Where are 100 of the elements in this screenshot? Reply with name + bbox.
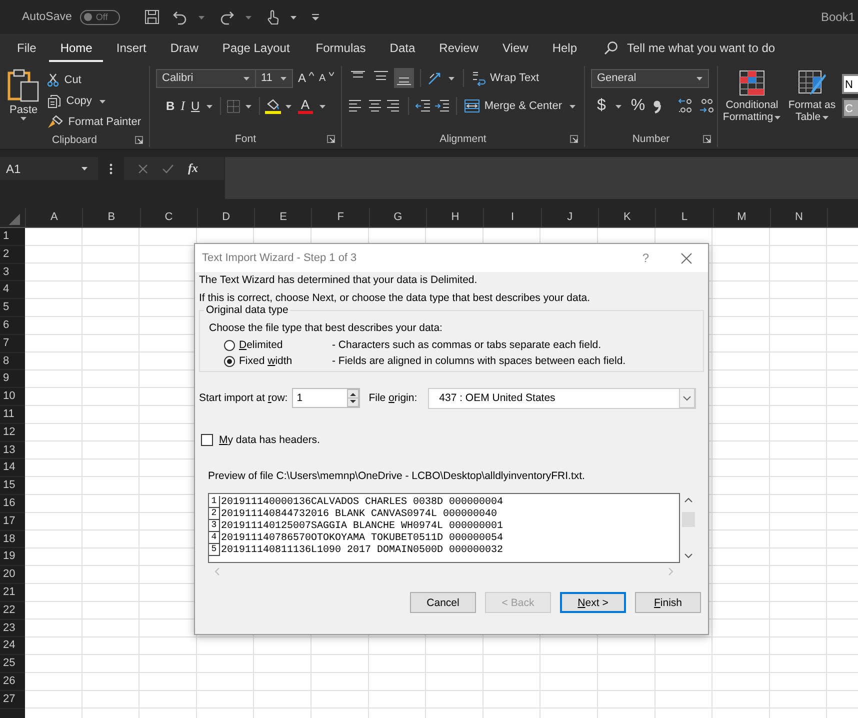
customize-icon[interactable] [310, 13, 320, 21]
decrease-decimal-icon[interactable] [699, 98, 716, 114]
percent-button[interactable]: % [628, 97, 648, 115]
column-header[interactable]: G [368, 208, 426, 227]
caret-icon[interactable] [696, 76, 703, 80]
close-icon[interactable] [681, 252, 692, 264]
increase-indent-icon[interactable] [434, 98, 450, 114]
column-header[interactable]: F [311, 208, 369, 227]
tell-me-search[interactable]: Tell me what you want to do [604, 41, 827, 55]
orientation-icon[interactable] [427, 70, 443, 86]
ribbon-tab[interactable]: File [6, 34, 48, 62]
ribbon-tab[interactable]: Data [378, 34, 426, 62]
align-right-icon[interactable] [386, 98, 402, 114]
column-header[interactable]: J [540, 208, 598, 227]
conditional-formatting-button[interactable]: Conditional Formatting [722, 68, 782, 131]
merge-center-button[interactable]: Merge & Center [462, 99, 564, 113]
ribbon-tab[interactable]: Page Layout [211, 34, 301, 62]
caret-icon[interactable] [244, 14, 252, 20]
caret-icon[interactable] [98, 98, 106, 104]
column-header[interactable]: D [196, 208, 254, 227]
font-name-dropdown[interactable]: Calibri [156, 68, 256, 88]
dialog-launcher-icon[interactable] [703, 135, 711, 143]
font-size-dropdown[interactable]: 11 [255, 68, 293, 88]
ribbon-tab[interactable]: Formulas [304, 34, 377, 62]
ribbon-tab[interactable]: Draw [159, 34, 210, 62]
ribbon-tab[interactable]: Home [49, 34, 104, 62]
insert-function-button[interactable]: fx [188, 161, 198, 176]
format-as-table-button[interactable]: Format as Table [782, 68, 842, 131]
dialog-button[interactable]: Cancel [410, 592, 476, 613]
name-box[interactable]: A1 [0, 157, 98, 180]
check-icon[interactable] [162, 164, 174, 174]
file-origin-dropdown[interactable]: 437 : OEM United States [428, 388, 696, 408]
dialog-launcher-icon[interactable] [327, 135, 335, 143]
cell-style-swatch[interactable]: N [842, 74, 858, 94]
column-header[interactable]: I [483, 208, 541, 227]
fill-color-icon[interactable] [264, 98, 281, 114]
more-options-icon[interactable] [109, 163, 113, 175]
caret-icon[interactable] [569, 104, 576, 108]
dialog-launcher-icon[interactable] [135, 136, 143, 144]
column-header[interactable]: C [140, 208, 197, 227]
headers-checkbox[interactable]: My data has headers. [201, 434, 321, 446]
row-number-field[interactable]: 1 [292, 388, 360, 408]
caret-icon[interactable] [614, 104, 622, 108]
copy-button[interactable]: Copy [64, 95, 94, 107]
cut-button[interactable]: Cut [62, 74, 84, 86]
format-painter-button[interactable]: Format Painter [66, 116, 143, 128]
column-header[interactable]: M [712, 208, 770, 227]
wrap-text-button[interactable]: Wrap Text [470, 70, 542, 86]
caret-icon[interactable] [284, 104, 292, 108]
currency-button[interactable]: $ [595, 97, 608, 115]
shrink-font-button[interactable]: A [317, 72, 326, 84]
dialog-launcher-icon[interactable] [570, 135, 578, 143]
italic-button[interactable]: I [178, 98, 188, 114]
column-header[interactable]: N [770, 208, 828, 227]
hand-icon[interactable] [266, 9, 280, 25]
radio-option[interactable]: Delimited [224, 339, 332, 351]
dialog-button[interactable]: Next > [560, 592, 626, 613]
radio-option[interactable]: Fixed width [224, 355, 332, 367]
help-button[interactable]: ? [642, 251, 649, 265]
caret-icon[interactable] [822, 114, 829, 120]
column-header[interactable]: B [82, 208, 140, 227]
number-format-dropdown[interactable]: General [591, 68, 709, 88]
column-header[interactable]: A [25, 208, 82, 227]
cancel-icon[interactable] [138, 164, 148, 174]
column-header[interactable]: E [254, 208, 312, 227]
ribbon-tab[interactable]: View [492, 34, 540, 62]
bold-button[interactable]: B [164, 99, 177, 113]
redo-icon[interactable] [218, 9, 235, 25]
column-header[interactable]: K [598, 208, 656, 227]
caret-icon[interactable] [290, 14, 297, 20]
ribbon-tab[interactable]: Insert [105, 34, 158, 62]
save-icon[interactable] [144, 9, 160, 25]
caret-icon[interactable] [774, 114, 782, 120]
undo-icon[interactable] [172, 9, 188, 25]
grow-font-button[interactable]: A [296, 71, 306, 85]
caret-icon[interactable] [448, 76, 455, 80]
underline-button[interactable]: U [189, 99, 202, 113]
paste-button[interactable]: Paste [10, 104, 38, 116]
align-center-icon[interactable] [367, 98, 383, 114]
spin-buttons-icon[interactable] [346, 389, 359, 407]
increase-decimal-icon[interactable] [678, 98, 694, 114]
caret-icon[interactable] [243, 76, 250, 80]
paste-icon[interactable] [6, 68, 41, 102]
caret-icon[interactable] [318, 104, 326, 108]
caret-icon[interactable] [81, 166, 88, 171]
caret-icon[interactable] [244, 104, 252, 108]
ribbon-tab[interactable]: Help [541, 34, 588, 62]
column-header[interactable]: L [655, 208, 713, 227]
caret-icon[interactable] [20, 116, 28, 121]
caret-icon[interactable] [280, 76, 287, 80]
bottom-align-icon[interactable] [394, 68, 414, 88]
column-header[interactable]: H [426, 208, 484, 227]
borders-icon[interactable] [226, 98, 241, 114]
align-left-icon[interactable] [348, 98, 364, 114]
decrease-indent-icon[interactable] [414, 98, 431, 114]
dialog-button[interactable]: Finish [635, 592, 701, 613]
ribbon-tab[interactable]: Review [428, 34, 490, 62]
font-color-button[interactable]: A [296, 98, 315, 114]
caret-icon[interactable] [206, 104, 213, 108]
caret-icon[interactable] [198, 14, 205, 20]
